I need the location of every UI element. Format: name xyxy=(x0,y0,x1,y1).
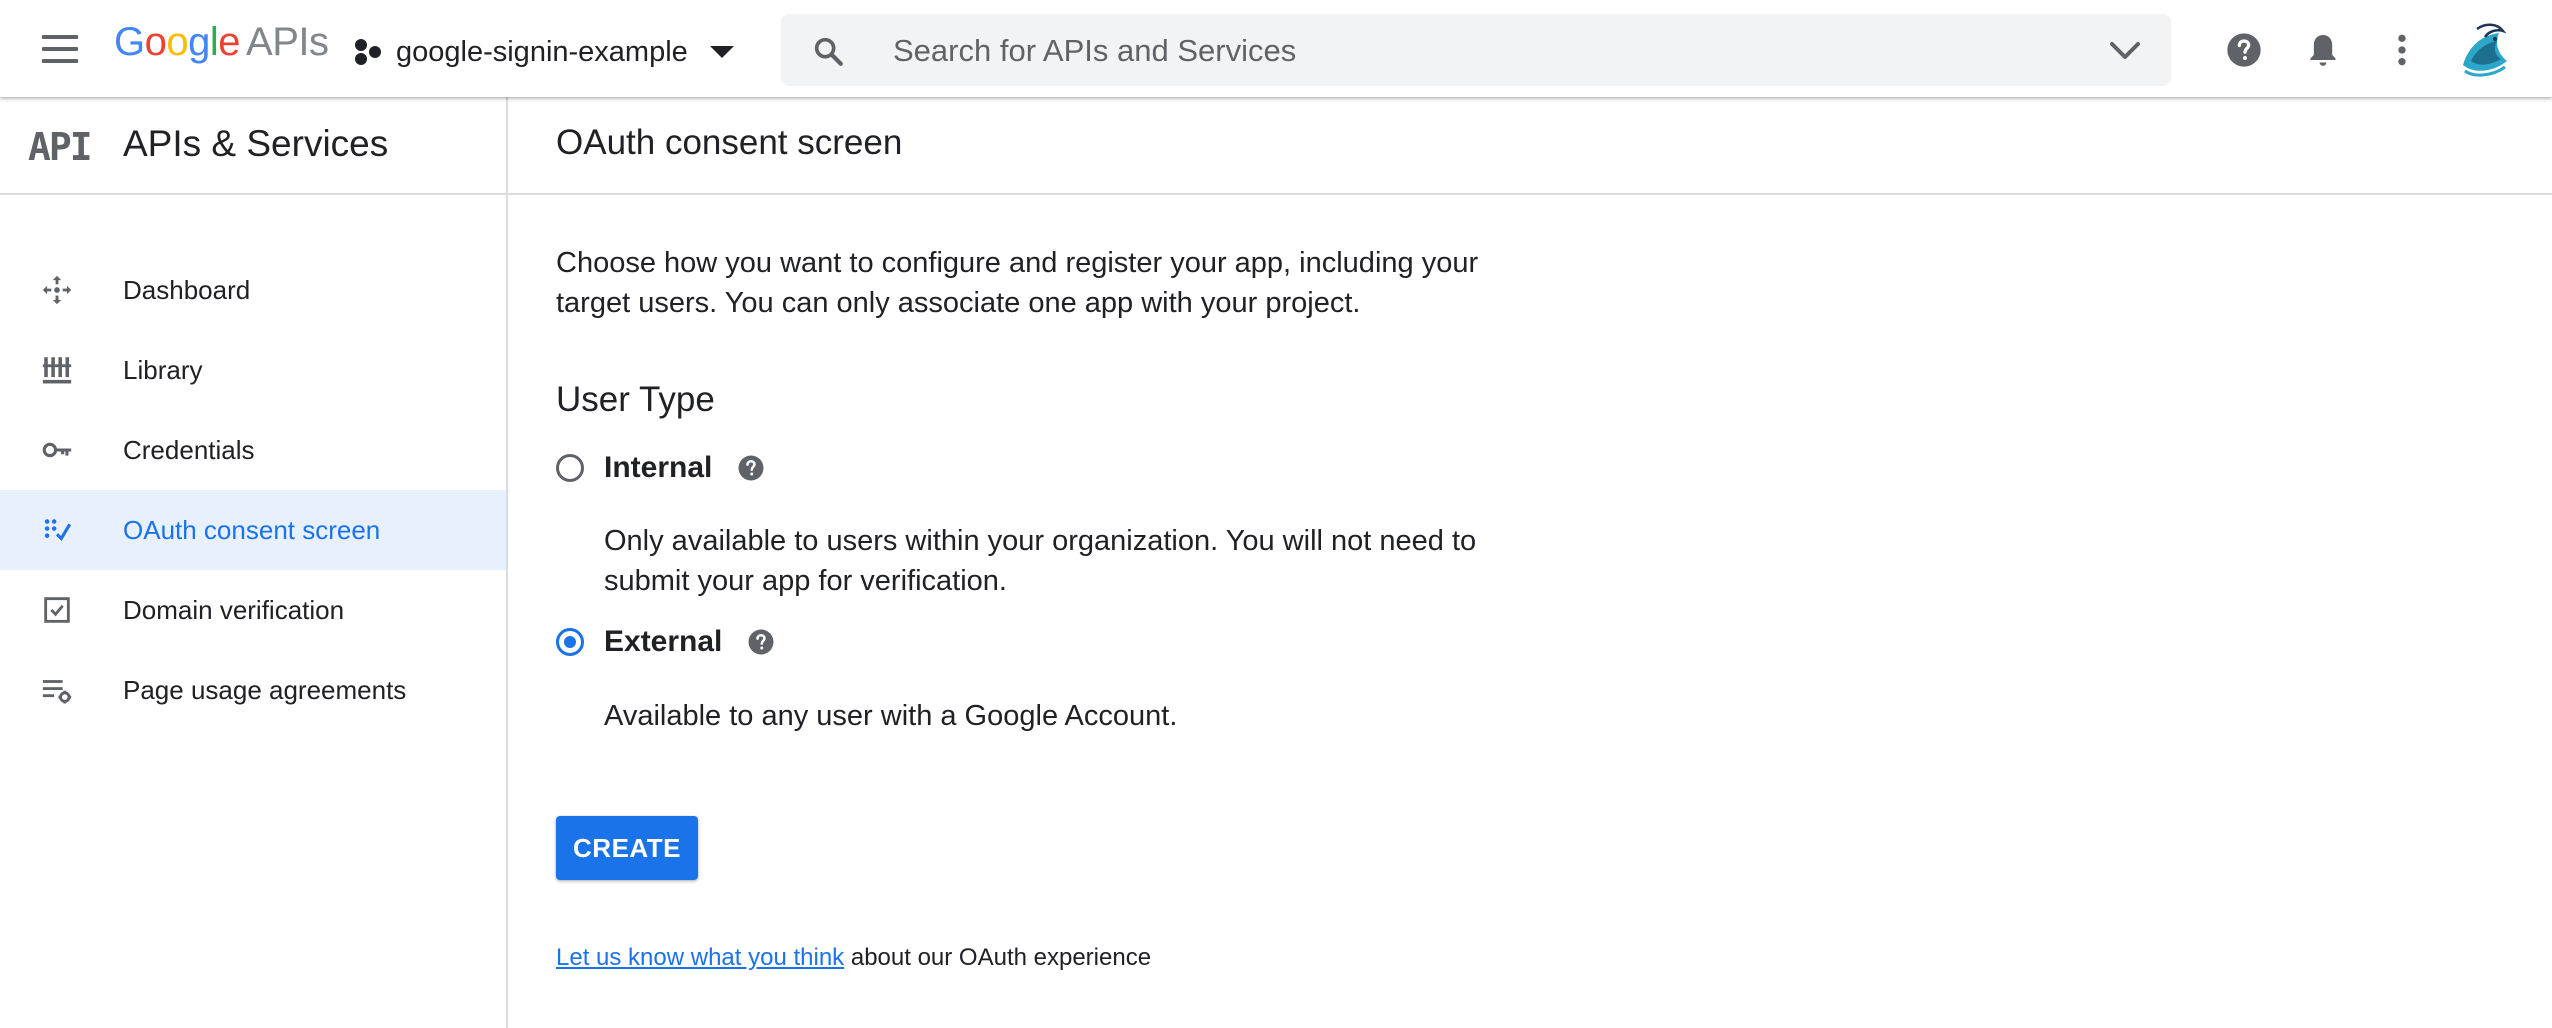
library-icon xyxy=(42,357,72,384)
user-type-heading: User Type xyxy=(556,380,715,419)
sidebar-item-domain-verification[interactable]: Domain verification xyxy=(0,570,506,650)
sidebar-item-label: Credentials xyxy=(123,434,255,465)
dashboard-icon xyxy=(42,275,72,305)
external-label: External xyxy=(604,625,723,658)
settings-list-icon xyxy=(42,680,72,704)
search-bar[interactable] xyxy=(781,14,2171,86)
sidebar-item-label: Page usage agreements xyxy=(123,674,407,705)
sidebar-item-oauth-consent-screen[interactable]: OAuth consent screen xyxy=(0,490,506,570)
sidebar-item-library[interactable]: Library xyxy=(0,330,506,410)
top-app-bar: Google APIs google-signin-example xyxy=(0,0,2552,97)
sidebar: API APIs & Services Dashboard Library Cr… xyxy=(0,97,508,1028)
internal-label: Internal xyxy=(604,451,713,484)
google-logo-word: Google xyxy=(114,20,241,64)
chevron-down-icon[interactable] xyxy=(2107,38,2143,64)
search-input[interactable] xyxy=(891,30,2055,72)
internal-radio[interactable] xyxy=(556,454,584,482)
page-header: OAuth consent screen xyxy=(508,97,2552,195)
sidebar-title: APIs & Services xyxy=(123,123,389,164)
project-dots-icon xyxy=(355,39,381,65)
help-icon[interactable] xyxy=(736,453,766,483)
external-radio[interactable] xyxy=(556,628,584,656)
key-icon xyxy=(42,442,72,458)
menu-icon[interactable] xyxy=(34,28,86,72)
sidebar-item-label: Library xyxy=(123,354,203,385)
user-type-external-option[interactable]: External xyxy=(556,620,776,664)
consent-icon xyxy=(44,519,72,542)
internal-description: Only available to users within your orga… xyxy=(604,525,1477,597)
external-description: Available to any user with a Google Acco… xyxy=(604,700,1178,732)
sidebar-item-credentials[interactable]: Credentials xyxy=(0,410,506,490)
sidebar-item-label: Domain verification xyxy=(123,594,345,625)
feedback-suffix: about our OAuth experience xyxy=(844,944,1152,971)
api-logo-icon: API xyxy=(28,125,93,169)
project-selector[interactable]: google-signin-example xyxy=(352,24,736,80)
sidebar-item-label: Dashboard xyxy=(123,274,251,305)
search-icon xyxy=(814,37,843,66)
page-title: OAuth consent screen xyxy=(556,123,903,162)
feedback-text: Let us know what you think about our OAu… xyxy=(556,944,1151,972)
sidebar-nav: Dashboard Library Credentials OAuth cons… xyxy=(0,250,506,730)
google-apis-logo[interactable]: Google APIs xyxy=(114,20,329,65)
caret-down-icon xyxy=(709,46,734,58)
sidebar-header: API APIs & Services xyxy=(0,97,506,195)
feedback-link[interactable]: Let us know what you think xyxy=(556,944,844,971)
user-type-internal-option[interactable]: Internal xyxy=(556,446,766,490)
sidebar-item-dashboard[interactable]: Dashboard xyxy=(0,250,506,330)
page-description: Choose how you want to configure and reg… xyxy=(556,247,1479,319)
help-icon[interactable] xyxy=(2224,28,2264,72)
more-vert-icon[interactable] xyxy=(2382,28,2422,72)
sidebar-item-page-usage-agreements[interactable]: Page usage agreements xyxy=(0,650,506,730)
create-button[interactable]: CREATE xyxy=(556,816,698,880)
logo-apis-text: APIs xyxy=(246,20,329,64)
checkbox-icon xyxy=(44,597,70,623)
help-icon[interactable] xyxy=(746,627,776,657)
project-name: google-signin-example xyxy=(396,35,688,68)
avatar[interactable] xyxy=(2451,15,2519,83)
bell-icon[interactable] xyxy=(2303,28,2343,72)
sidebar-item-label: OAuth consent screen xyxy=(123,514,381,545)
